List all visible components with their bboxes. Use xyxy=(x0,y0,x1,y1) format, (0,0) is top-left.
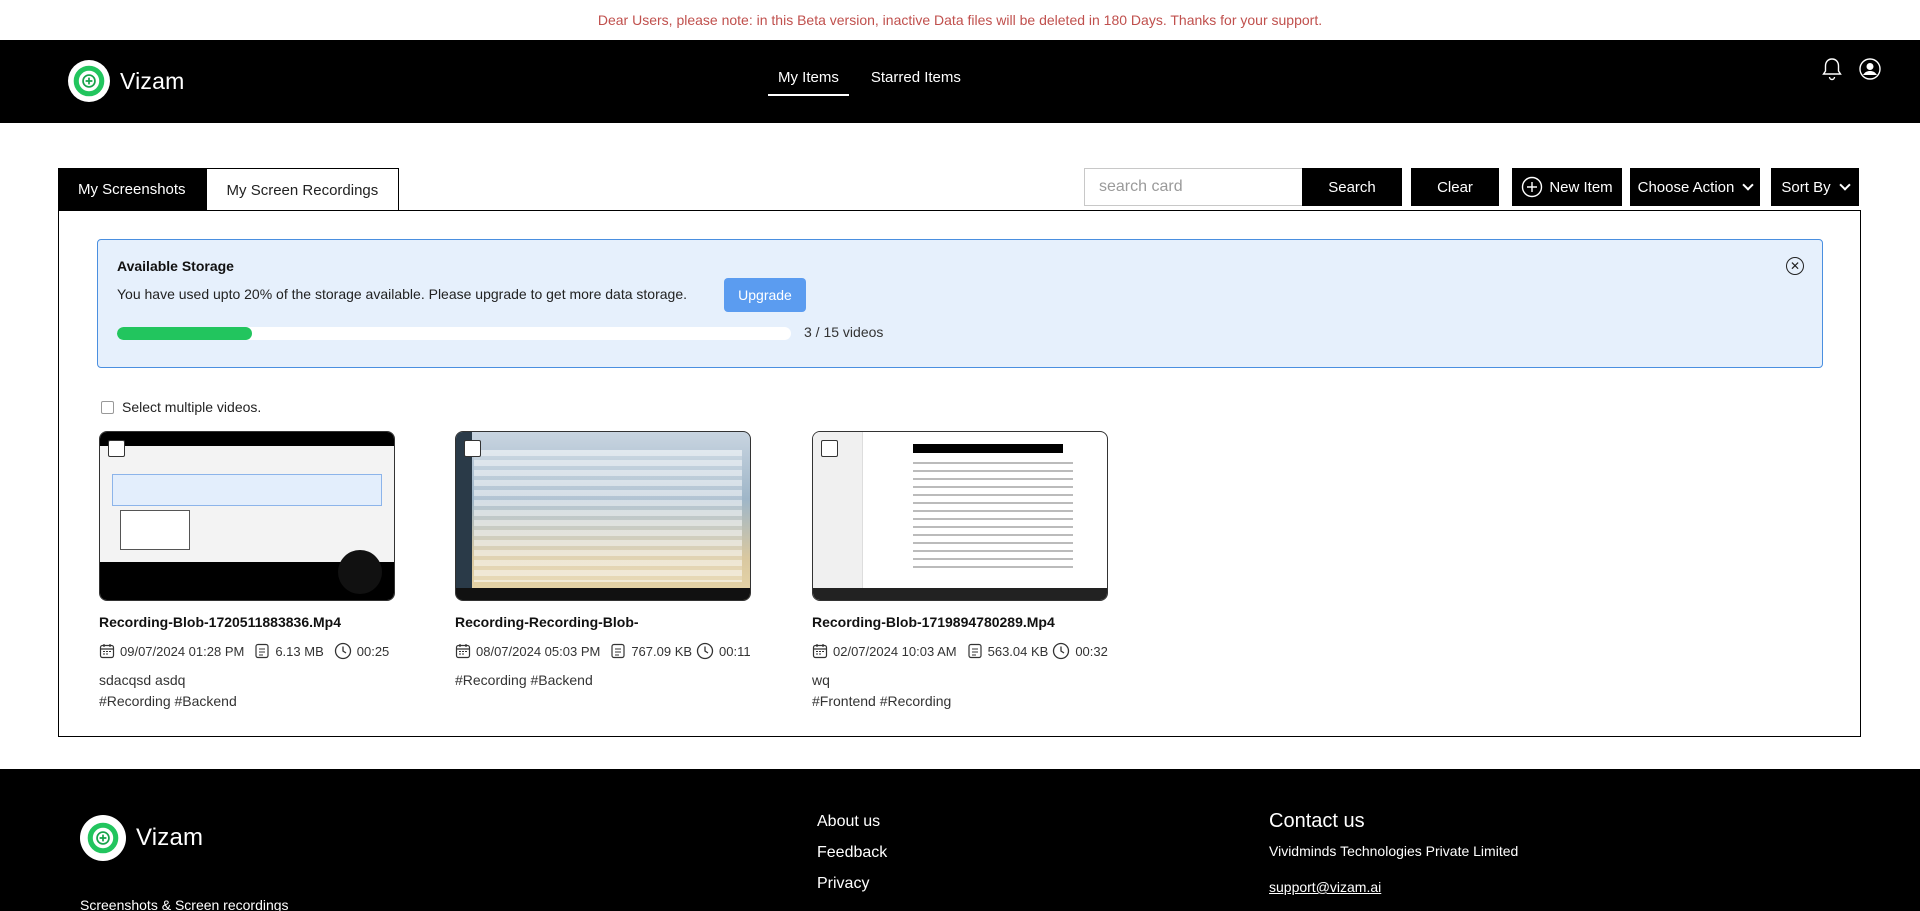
vizam-logo-icon xyxy=(80,815,126,861)
clock-icon xyxy=(334,642,352,660)
file-size-icon xyxy=(254,643,270,659)
recording-thumbnail[interactable] xyxy=(99,431,395,601)
toolbar: Search Clear New Item Choose Action Sort… xyxy=(1084,168,1859,206)
recording-date: 02/07/2024 10:03 AM xyxy=(833,643,957,659)
contact-title: Contact us xyxy=(1269,810,1365,832)
tab-my-screen-recordings[interactable]: My Screen Recordings xyxy=(205,168,400,211)
tab-my-screenshots[interactable]: My Screenshots xyxy=(58,168,206,210)
recording-title[interactable]: Recording-Blob-1719894780289.Mp4 xyxy=(812,614,1112,630)
sort-by-dropdown[interactable]: Sort By xyxy=(1771,168,1859,206)
top-header: Vizam My Items Starred Items xyxy=(0,40,1920,123)
recording-size: 767.09 KB xyxy=(631,643,693,659)
footer-brand-name: Vizam xyxy=(136,824,204,851)
recording-duration: 00:25 xyxy=(356,643,390,659)
clock-icon xyxy=(696,642,714,660)
header-logo[interactable]: Vizam xyxy=(68,60,185,102)
support-email-link[interactable]: support@vizam.ai xyxy=(1269,879,1518,895)
footer-link-feedback[interactable]: Feedback xyxy=(817,842,887,863)
recording-title[interactable]: Recording-Recording-Blob- xyxy=(455,614,755,630)
chevron-down-icon xyxy=(1838,179,1851,191)
storage-title: Available Storage xyxy=(117,258,234,274)
footer-links: About us Feedback Privacy xyxy=(817,811,887,894)
clock-icon xyxy=(1052,642,1070,660)
search-button[interactable]: Search xyxy=(1302,168,1402,206)
sort-by-label: Sort By xyxy=(1781,178,1831,196)
recording-tags: #Recording #Backend xyxy=(99,693,237,709)
calendar-icon xyxy=(812,643,828,659)
bell-icon[interactable] xyxy=(1820,56,1844,82)
recording-card[interactable]: Recording-Blob-1720511883836.Mp4 09/07/2… xyxy=(99,431,399,709)
storage-count: 3 / 15 videos xyxy=(804,324,884,340)
footer-logo[interactable]: Vizam xyxy=(80,815,203,861)
recording-size: 563.04 KB xyxy=(987,643,1049,659)
choose-action-label: Choose Action xyxy=(1637,178,1735,196)
calendar-icon xyxy=(455,643,471,659)
recording-description: sdacqsd asdq xyxy=(99,672,186,688)
header-nav: My Items Starred Items xyxy=(768,63,971,96)
recording-date: 09/07/2024 01:28 PM xyxy=(120,643,245,659)
header-brand-name: Vizam xyxy=(120,67,185,94)
close-icon[interactable]: ✕ xyxy=(1786,257,1804,275)
site-footer: Vizam Screenshots & Screen recordings Ab… xyxy=(0,769,1920,911)
recording-card[interactable]: Recording-Recording-Blob- 08/07/2024 05:… xyxy=(455,431,755,688)
select-multiple-checkbox[interactable] xyxy=(101,400,114,414)
upgrade-button[interactable]: Upgrade xyxy=(724,278,806,312)
footer-link-about[interactable]: About us xyxy=(817,811,887,832)
file-size-icon xyxy=(967,643,983,659)
recording-thumbnail[interactable] xyxy=(455,431,751,601)
recordings-panel: Available Storage You have used upto 20%… xyxy=(58,210,1861,737)
recording-card[interactable]: Recording-Blob-1719894780289.Mp4 02/07/2… xyxy=(812,431,1112,709)
storage-progress-bar xyxy=(117,327,791,340)
footer-tagline: Screenshots & Screen recordings xyxy=(80,897,289,911)
recording-meta: 02/07/2024 10:03 AM 563.04 KB 00:32 xyxy=(812,642,1112,660)
nav-tab-starred-items[interactable]: Starred Items xyxy=(861,63,971,96)
card-select-checkbox[interactable] xyxy=(464,440,481,457)
new-item-label: New Item xyxy=(1549,178,1613,196)
recording-meta: 08/07/2024 05:03 PM 767.09 KB 00:11 xyxy=(455,642,755,660)
recording-date: 08/07/2024 05:03 PM xyxy=(476,643,601,659)
clear-button[interactable]: Clear xyxy=(1411,168,1499,206)
plus-circle-icon xyxy=(1521,176,1543,198)
beta-notice-banner: Dear Users, please note: in this Beta ve… xyxy=(0,0,1920,40)
calendar-icon xyxy=(99,643,115,659)
recording-duration: 00:11 xyxy=(719,643,751,659)
content-tabs: My Screenshots My Screen Recordings xyxy=(58,168,400,211)
card-select-checkbox[interactable] xyxy=(821,440,838,457)
storage-progress-fill xyxy=(117,327,252,340)
recording-thumbnail[interactable] xyxy=(812,431,1108,601)
choose-action-dropdown[interactable]: Choose Action xyxy=(1630,168,1760,206)
select-multiple-toggle[interactable]: Select multiple videos. xyxy=(101,399,261,415)
beta-notice-text: Dear Users, please note: in this Beta ve… xyxy=(597,12,1323,28)
new-item-button[interactable]: New Item xyxy=(1512,168,1622,206)
recording-description: wq xyxy=(812,672,830,688)
card-select-checkbox[interactable] xyxy=(108,440,125,457)
recording-title[interactable]: Recording-Blob-1720511883836.Mp4 xyxy=(99,614,399,630)
recording-duration: 00:32 xyxy=(1075,643,1108,659)
file-size-icon xyxy=(610,643,626,659)
footer-contact: Contact us Vividminds Technologies Priva… xyxy=(1269,810,1518,895)
company-name: Vividminds Technologies Private Limited xyxy=(1269,843,1519,859)
recording-tags: #Recording #Backend xyxy=(455,672,593,688)
storage-message: You have used upto 20% of the storage av… xyxy=(117,286,687,302)
recording-meta: 09/07/2024 01:28 PM 6.13 MB 00:25 xyxy=(99,642,399,660)
footer-link-privacy[interactable]: Privacy xyxy=(817,873,887,894)
recording-size: 6.13 MB xyxy=(275,643,324,659)
select-multiple-label: Select multiple videos. xyxy=(122,399,262,415)
search-input[interactable] xyxy=(1084,168,1302,206)
nav-tab-my-items[interactable]: My Items xyxy=(768,63,849,96)
header-icons xyxy=(1820,56,1882,82)
vizam-logo-icon xyxy=(68,60,110,102)
recording-tags: #Frontend #Recording xyxy=(812,693,952,709)
chevron-down-icon xyxy=(1742,179,1755,191)
storage-alert: Available Storage You have used upto 20%… xyxy=(97,239,1823,368)
avatar[interactable] xyxy=(1858,57,1882,81)
